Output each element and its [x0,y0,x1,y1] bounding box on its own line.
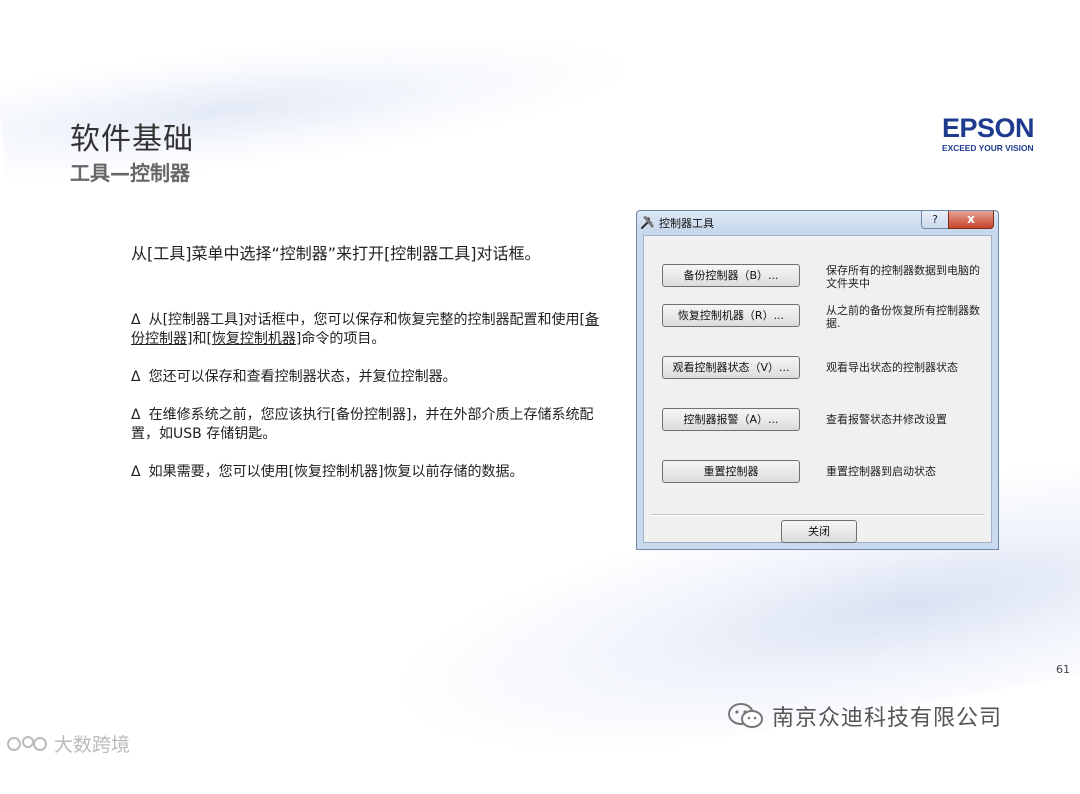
wechat-icon [726,702,766,730]
delta-marker: Δ [131,312,141,328]
bullet-text: 在维修系统之前，您应该执行[备份控制器]，并在外部介质上存储系统配置，如USB … [131,407,594,442]
bullet-item: Δ 您还可以保存和查看控制器状态，并复位控制器。 [131,368,601,387]
watermark-text: 大数跨境 [54,734,131,756]
logo-word: EPSON [942,113,1035,143]
backup-controller-button[interactable]: 备份控制器（B）... [662,264,800,287]
restore-description: 从之前的备份恢复所有控制器数据. [826,304,980,330]
logo-tagline: EXCEED YOUR VISION [942,143,1034,153]
bullet-item: Δ 如果需要，您可以使用[恢复控制机器]恢复以前存储的数据。 [131,463,601,482]
bullet-item: Δ 在维修系统之前，您应该执行[备份控制器]，并在外部介质上存储系统配置，如USB… [131,406,601,444]
restore-controller-button[interactable]: 恢复控制机器（R）... [662,304,800,327]
reset-description: 重置控制器到启动状态 [826,465,936,478]
controller-tools-dialog: 控制器工具 ? x 备份控制器（B）... 保存所有的控制器数据到电脑的文件夹中… [636,210,999,550]
slide-subtitle: 工具—控制器 [70,161,190,185]
dialog-title: 控制器工具 [659,217,714,230]
window-close-button[interactable]: x [948,211,994,229]
bullet-text: 从[控制器工具]对话框中，您可以保存和恢复完整的控制器配置和使用 [148,312,580,328]
help-button[interactable]: ? [921,211,949,229]
controller-alarm-button[interactable]: 控制器报警（A）... [662,408,800,431]
reset-controller-button[interactable]: 重置控制器 [662,460,800,483]
delta-marker: Δ [131,464,141,480]
dialog-body: 备份控制器（B）... 保存所有的控制器数据到电脑的文件夹中 恢复控制机器（R）… [643,235,992,543]
page-number: 61 [1056,663,1070,676]
bullet-text: 如果需要，您可以使用[恢复控制机器]恢复以前存储的数据。 [148,464,524,480]
dialog-separator [650,514,985,516]
bullet-text: 您还可以保存和查看控制器状态，并复位控制器。 [148,369,457,385]
bullet-item: Δ 从[控制器工具]对话框中，您可以保存和恢复完整的控制器配置和使用[备份控制器]… [131,311,601,349]
slide-title: 软件基础 [70,122,194,157]
view-status-description: 观看导出状态的控制器状态 [826,361,958,374]
alarm-description: 查看报警状态并修改设置 [826,413,947,426]
tools-icon [640,214,656,230]
watermark: 大数跨境 [6,730,130,757]
delta-marker: Δ [131,369,141,385]
close-button[interactable]: 关闭 [781,520,857,543]
bullet-text: 和 [192,331,207,347]
dialog-titlebar[interactable]: 控制器工具 ? x [637,211,998,233]
intro-text: 从[工具]菜单中选择“控制器”来打开[控制器工具]对话框。 [131,244,541,263]
bullet-list: Δ 从[控制器工具]对话框中，您可以保存和恢复完整的控制器配置和使用[备份控制器]… [131,311,601,501]
delta-marker: Δ [131,407,141,423]
wechat-footer: 南京众迪科技有限公司 [726,700,1002,732]
bullet-text: 命令的项目。 [301,331,386,347]
backup-description: 保存所有的控制器数据到电脑的文件夹中 [826,264,980,290]
restore-link[interactable]: [恢复控制机器] [206,331,301,347]
view-status-button[interactable]: 观看控制器状态（V）... [662,356,800,379]
epson-logo: EPSON EXCEED YOUR VISION [942,114,1042,153]
watermark-icon [6,733,50,755]
wechat-account-name: 南京众迪科技有限公司 [772,706,1003,731]
